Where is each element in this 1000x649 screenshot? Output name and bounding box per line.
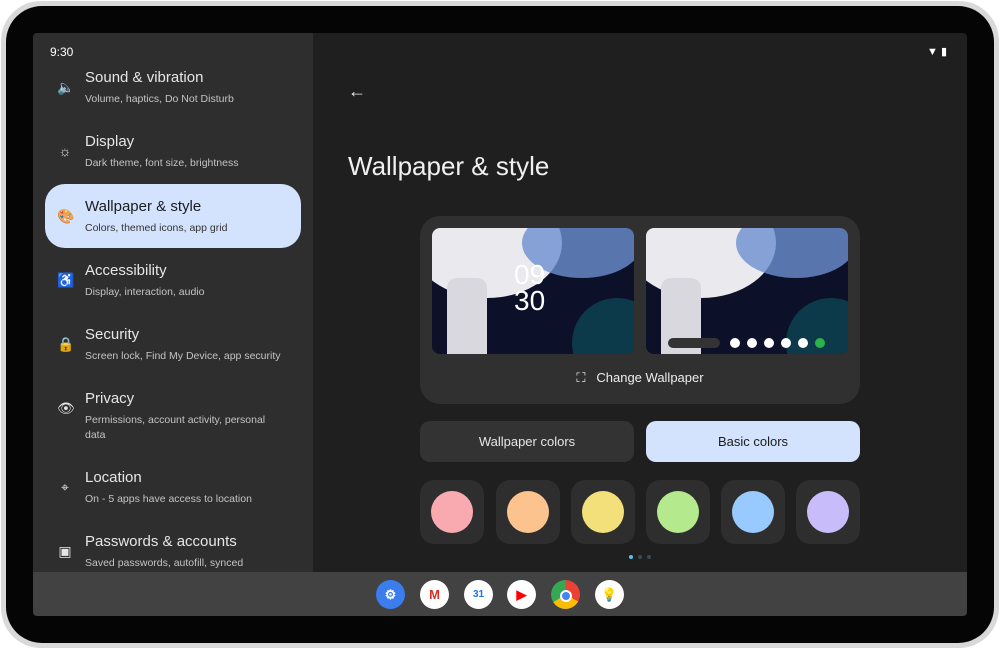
sidebar-item-location[interactable]: ⌖ Location On - 5 apps have access to loca…	[45, 455, 301, 519]
youtube-app-icon[interactable]: ▶	[507, 580, 536, 609]
taskbar: ⚙ M 31 ▶ 💡	[33, 572, 967, 616]
sidebar-item-subtitle: Screen lock, Find My Device, app securit…	[85, 350, 281, 362]
sidebar-item-title: Display	[85, 133, 135, 150]
accessibility-icon: ♿	[57, 272, 75, 288]
sidebar-item-display[interactable]: ☼ Display Dark theme, font size, brightnes…	[45, 119, 301, 183]
sidebar-item-wallpaper-style[interactable]: 🎨 Wallpaper & style Colors, themed icons, …	[45, 184, 301, 248]
sidebar-item-subtitle: On - 5 apps have access to location	[85, 493, 252, 505]
color-circle	[431, 491, 473, 533]
eye-icon: 👁	[57, 400, 75, 416]
color-swatch[interactable]	[646, 480, 710, 544]
sidebar-item-security[interactable]: 🔒 Security Screen lock, Find My Device, ap…	[45, 312, 301, 376]
home-screen-preview[interactable]	[646, 228, 848, 354]
back-button[interactable]: ←	[348, 81, 366, 102]
sidebar-item-subtitle: Dark theme, font size, brightness	[85, 157, 239, 169]
page-dot-active	[629, 555, 633, 559]
color-circle	[732, 491, 774, 533]
sidebar-item-subtitle: Permissions, account activity, personal …	[85, 414, 266, 441]
status-icons: ▼ ▮	[927, 45, 947, 58]
color-circle	[507, 491, 549, 533]
page-title: Wallpaper & style	[348, 151, 550, 181]
sidebar-item-subtitle: Colors, themed icons, app grid	[85, 222, 228, 234]
wallpaper-preview-card: 09 30 ⛶ Change Wallpaper	[420, 216, 860, 404]
color-swatch[interactable]	[420, 480, 484, 544]
search-bar-mini	[668, 338, 720, 348]
sidebar-item-title: Location	[85, 469, 142, 486]
location-pin-icon: ⌖	[61, 479, 69, 495]
lock-icon: 🔒	[57, 336, 75, 352]
sidebar-item-title: Privacy	[85, 390, 135, 407]
wallpaper-icon: ⛶	[576, 370, 586, 385]
chrome-app-icon[interactable]	[551, 580, 580, 609]
sidebar-item-accessibility[interactable]: ♿ Accessibility Display, interaction, audi…	[45, 248, 301, 312]
page-dot	[647, 555, 651, 559]
sidebar-item-subtitle: Display, interaction, audio	[85, 286, 205, 298]
settings-sidebar: 9:30 🔈 Sound & vibration Volume, haptics, …	[33, 33, 313, 572]
sidebar-item-subtitle: Saved passwords, autofill, synced	[85, 557, 244, 569]
sidebar-item-title: Accessibility	[85, 262, 167, 279]
color-circle	[657, 491, 699, 533]
tab-wallpaper-colors[interactable]: Wallpaper colors	[420, 421, 634, 462]
sidebar-item-title: Security	[85, 326, 140, 343]
palette-icon: 🎨	[57, 208, 75, 224]
sidebar-item-privacy[interactable]: 👁 Privacy Permissions, account activity, p…	[45, 376, 301, 441]
lock-clock: 09 30	[514, 259, 546, 316]
speaker-icon: 🔈	[57, 79, 75, 95]
change-wallpaper-button[interactable]: ⛶ Change Wallpaper	[420, 370, 860, 386]
page-dot	[638, 555, 642, 559]
screen: 9:30 🔈 Sound & vibration Volume, haptics, …	[33, 33, 967, 616]
brightness-icon: ☼	[58, 143, 72, 159]
settings-app-icon[interactable]: ⚙	[376, 580, 405, 609]
sidebar-item-title: Sound & vibration	[85, 69, 204, 86]
account-box-icon: ▣	[58, 543, 72, 559]
color-swatch[interactable]	[571, 480, 635, 544]
color-swatch[interactable]	[721, 480, 785, 544]
sidebar-item-sound-vibration[interactable]: 🔈 Sound & vibration Volume, haptics, Do No…	[45, 55, 301, 119]
keep-app-icon[interactable]: 💡	[595, 580, 624, 609]
color-swatch[interactable]	[796, 480, 860, 544]
lock-screen-preview[interactable]: 09 30	[432, 228, 634, 354]
battery-icon: ▮	[940, 46, 947, 58]
sidebar-item-title: Passwords & accounts	[85, 533, 237, 550]
change-wallpaper-label: Change Wallpaper	[596, 370, 704, 385]
tab-basic-colors[interactable]: Basic colors	[646, 421, 860, 462]
gmail-app-icon[interactable]: M	[420, 580, 449, 609]
sidebar-item-title: Wallpaper & style	[85, 198, 202, 215]
sidebar-item-subtitle: Volume, haptics, Do Not Disturb	[85, 93, 234, 105]
color-circle	[807, 491, 849, 533]
color-circle	[582, 491, 624, 533]
wifi-icon: ▼	[926, 46, 938, 58]
calendar-app-icon[interactable]: 31	[464, 580, 493, 609]
color-swatch[interactable]	[496, 480, 560, 544]
